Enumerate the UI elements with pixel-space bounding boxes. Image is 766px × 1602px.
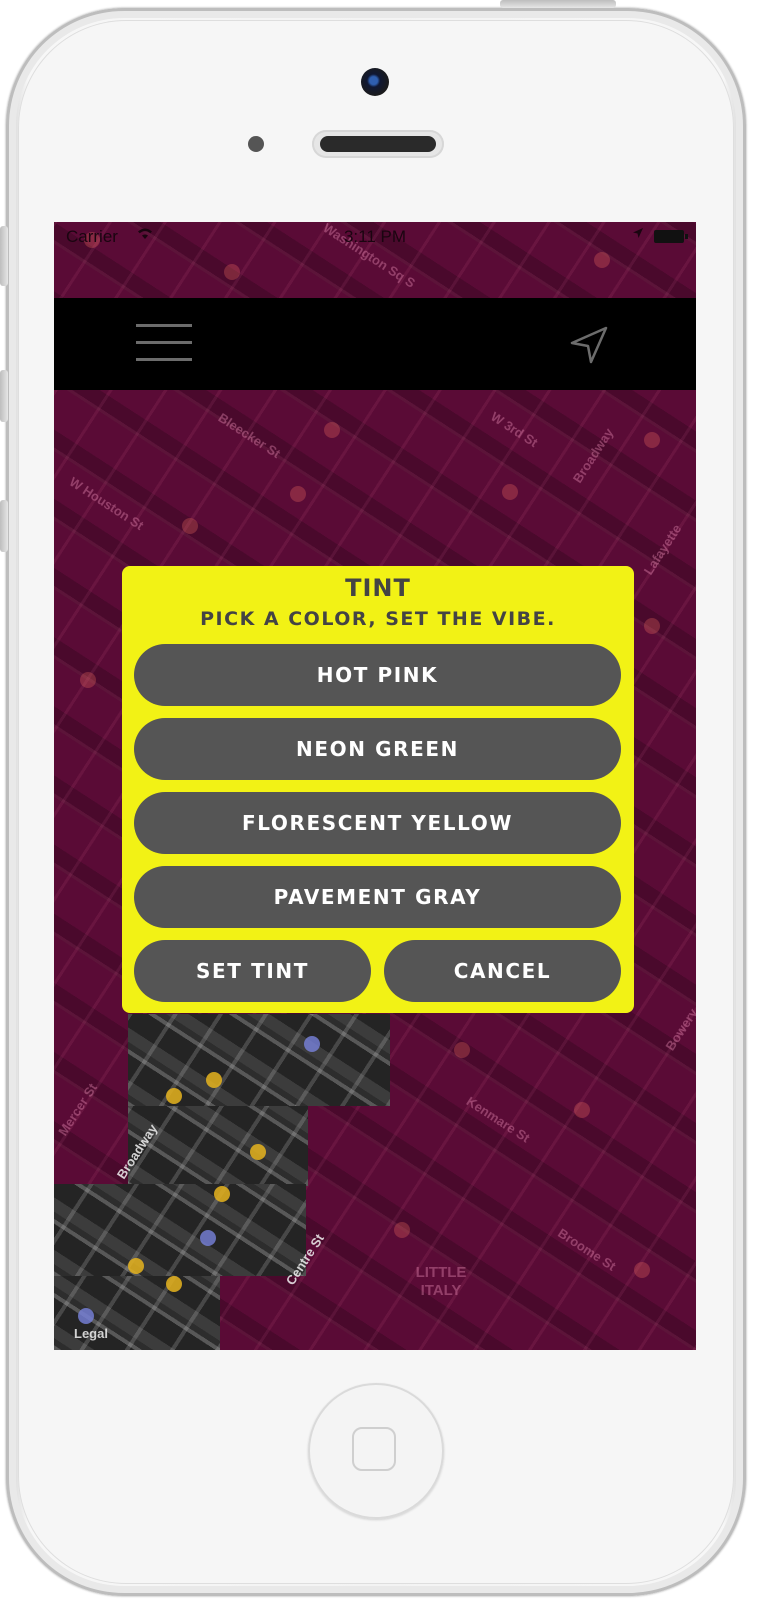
status-time: 3:11 PM xyxy=(343,227,407,246)
hamburger-menu-icon[interactable] xyxy=(136,324,192,364)
volume-up-button xyxy=(0,370,8,422)
battery-icon xyxy=(654,230,688,243)
neon-green-button[interactable]: NEON GREEN xyxy=(134,718,621,780)
map-poi xyxy=(250,1144,266,1160)
volume-down-button xyxy=(0,500,8,552)
map-poi xyxy=(394,1222,410,1238)
map-legal-link[interactable]: Legal xyxy=(74,1326,108,1341)
proximity-sensor xyxy=(248,136,264,152)
front-camera xyxy=(361,68,389,96)
set-tint-button[interactable]: SET TINT xyxy=(134,940,371,1002)
dialog-title: TINT xyxy=(345,574,411,602)
map-poi xyxy=(290,486,306,502)
map-poi xyxy=(634,1262,650,1278)
earpiece-speaker xyxy=(312,130,444,158)
map-poi xyxy=(166,1276,182,1292)
florescent-yellow-button[interactable]: FLORESCENT YELLOW xyxy=(134,792,621,854)
location-services-icon xyxy=(632,226,644,242)
location-arrow-icon[interactable] xyxy=(568,324,610,366)
map-poi xyxy=(78,1308,94,1324)
satellite-tile xyxy=(128,1106,308,1186)
mute-switch xyxy=(0,226,8,286)
map-poi xyxy=(502,484,518,500)
map-poi xyxy=(200,1230,216,1246)
dialog-subtitle: PICK A COLOR, SET THE VIBE. xyxy=(200,608,556,630)
map-poi xyxy=(182,518,198,534)
cancel-button[interactable]: CANCEL xyxy=(384,940,621,1002)
nav-bar xyxy=(54,298,696,390)
map-poi xyxy=(594,252,610,268)
map-poi xyxy=(166,1088,182,1104)
map-poi xyxy=(574,1102,590,1118)
tint-dialog: TINT PICK A COLOR, SET THE VIBE. HOT PIN… xyxy=(122,566,634,1013)
map-poi xyxy=(644,432,660,448)
map-poi xyxy=(128,1258,144,1274)
map-poi xyxy=(224,264,240,280)
pavement-gray-button[interactable]: PAVEMENT GRAY xyxy=(134,866,621,928)
satellite-tile xyxy=(54,1184,306,1276)
power-button xyxy=(500,0,616,8)
status-bar: Carrier 3:11 PM xyxy=(54,222,696,252)
map-poi xyxy=(324,422,340,438)
map-poi xyxy=(214,1186,230,1202)
map-label: LITTLE ITALY xyxy=(415,1264,467,1299)
hot-pink-button[interactable]: HOT PINK xyxy=(134,644,621,706)
map-poi xyxy=(80,672,96,688)
screen: Washington Sq S Bleecker St W 3rd St Bro… xyxy=(54,222,696,1350)
map-poi xyxy=(304,1036,320,1052)
home-button[interactable] xyxy=(308,1383,444,1519)
map-poi xyxy=(454,1042,470,1058)
map-poi xyxy=(644,618,660,634)
map-poi xyxy=(206,1072,222,1088)
